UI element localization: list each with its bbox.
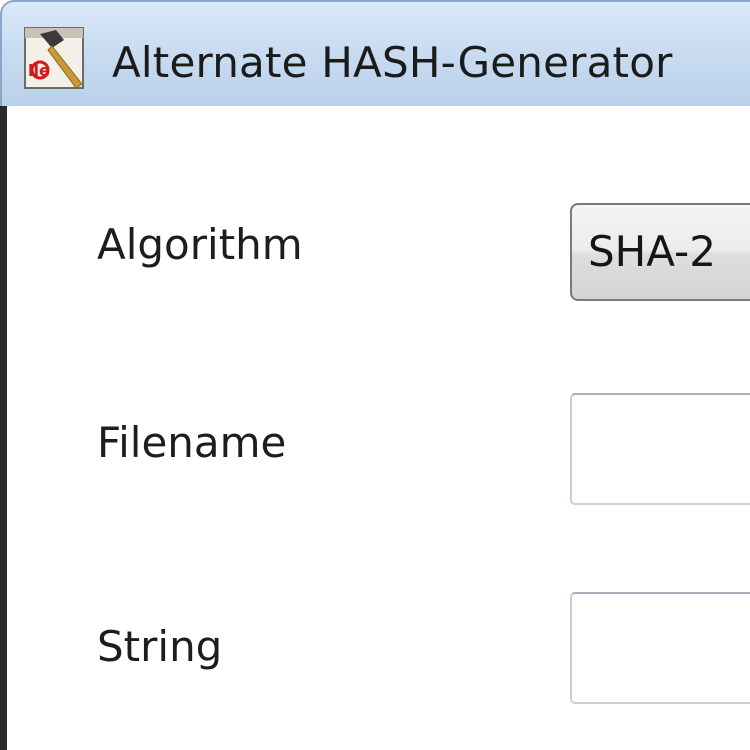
title-bar[interactable]: lle Alternate HASH-Generator [0,0,750,108]
window-title: Alternate HASH-Generator [112,38,673,87]
string-input[interactable] [570,592,750,704]
app-icon[interactable]: lle [22,24,90,92]
app-window: lle Alternate HASH-Generator Algorithm S… [0,0,750,750]
filename-input[interactable] [570,393,750,505]
algorithm-dropdown[interactable]: SHA-2 [570,203,750,301]
string-label: String [97,622,223,671]
algorithm-label: Algorithm [97,220,303,269]
filename-label: Filename [97,418,287,467]
algorithm-selected-value: SHA-2 [588,227,716,276]
